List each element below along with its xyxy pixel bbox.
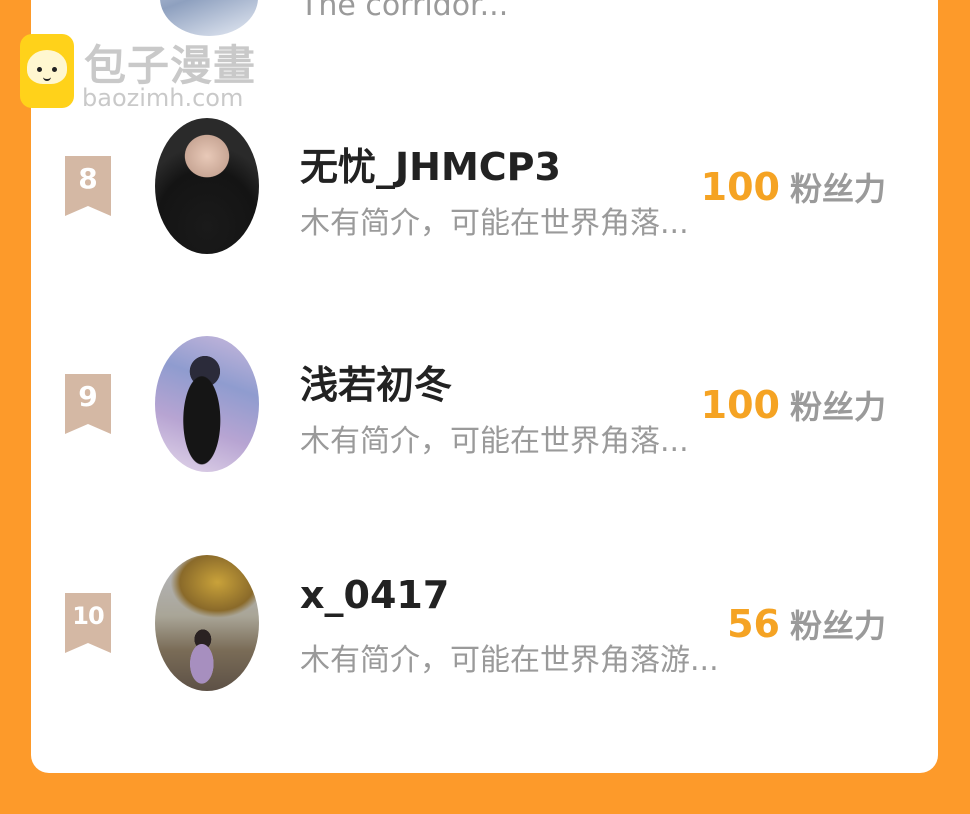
ranking-row[interactable]: 9 浅若初冬 木有简介，可能在世界角落... 100 粉丝力 bbox=[0, 336, 970, 476]
rank-number: 10 bbox=[72, 602, 104, 630]
username[interactable]: x_0417 bbox=[300, 573, 449, 617]
fans-power: 56 粉丝力 bbox=[727, 601, 886, 647]
fans-label: 粉丝力 bbox=[789, 170, 886, 208]
username[interactable]: 浅若初冬 bbox=[300, 354, 452, 409]
user-avatar[interactable] bbox=[155, 118, 259, 254]
rank-badge: 8 bbox=[65, 156, 111, 216]
user-avatar[interactable] bbox=[155, 555, 259, 691]
bun-logo-icon bbox=[20, 34, 74, 108]
user-intro: 木有简介，可能在世界角落... bbox=[300, 206, 689, 241]
user-intro: 木有简介，可能在世界角落... bbox=[300, 424, 689, 459]
site-watermark: 包子漫畫 baozimh.com bbox=[20, 32, 260, 116]
fans-count: 100 bbox=[700, 165, 780, 209]
ranking-row[interactable]: 10 x_0417 木有简介，可能在世界角落游... 56 粉丝力 bbox=[0, 555, 970, 695]
ranking-row[interactable]: 8 无忧_JHMCP3 木有简介，可能在世界角落... 100 粉丝力 bbox=[0, 118, 970, 258]
rank-badge: 10 bbox=[65, 593, 111, 653]
fans-power: 100 粉丝力 bbox=[701, 164, 886, 210]
username[interactable]: 无忧_JHMCP3 bbox=[300, 136, 561, 191]
rank-number: 8 bbox=[78, 162, 98, 195]
user-intro: 木有简介，可能在世界角落游... bbox=[300, 643, 719, 678]
user-avatar[interactable] bbox=[155, 336, 259, 472]
fans-count: 100 bbox=[700, 383, 780, 427]
fans-power: 100 粉丝力 bbox=[701, 382, 886, 428]
rank-number: 9 bbox=[78, 380, 98, 413]
fans-label: 粉丝力 bbox=[789, 388, 886, 426]
rank-badge: 9 bbox=[65, 374, 111, 434]
fans-count: 56 bbox=[727, 602, 780, 646]
previous-entry-intro: The corridor... bbox=[300, 0, 509, 23]
watermark-url: baozimh.com bbox=[82, 84, 244, 112]
fans-label: 粉丝力 bbox=[789, 607, 886, 645]
